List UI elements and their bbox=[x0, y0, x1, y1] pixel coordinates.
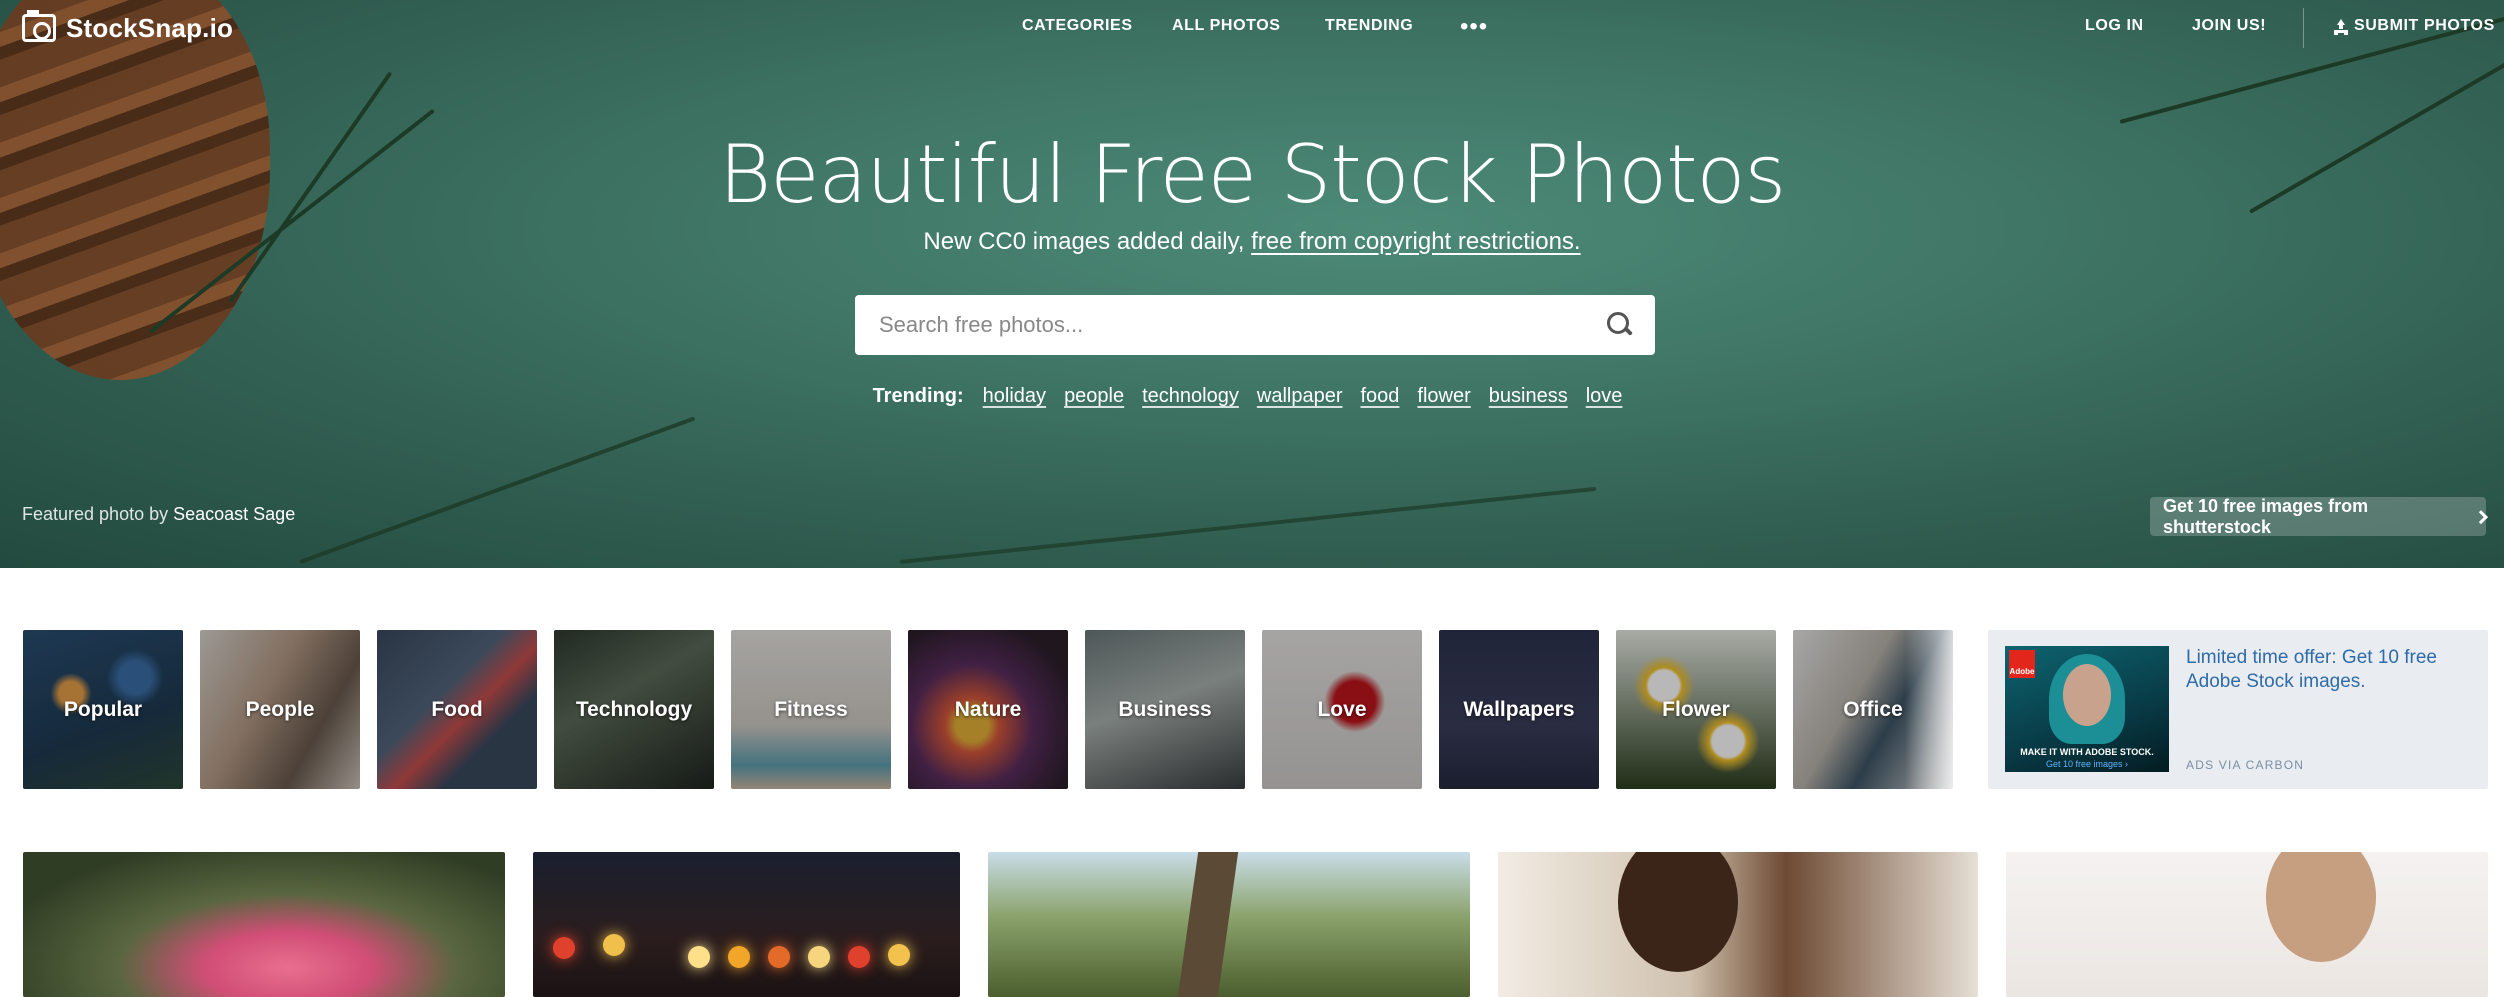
nav-all-photos[interactable]: ALL PHOTOS bbox=[1172, 17, 1281, 35]
trending-tag-business[interactable]: business bbox=[1489, 385, 1568, 408]
trending-tag-people[interactable]: people bbox=[1064, 385, 1124, 408]
category-label: People bbox=[245, 697, 315, 721]
trending-tag-wallpaper[interactable]: wallpaper bbox=[1257, 385, 1343, 408]
featured-photo-credit: Featured photo by Seacoast Sage bbox=[22, 504, 295, 525]
photo-card[interactable] bbox=[2006, 852, 2488, 997]
trending-tag-holiday[interactable]: holiday bbox=[983, 385, 1046, 408]
category-label: Popular bbox=[63, 697, 143, 721]
featured-author-link[interactable]: Seacoast Sage bbox=[173, 504, 295, 524]
category-label: Business bbox=[1118, 697, 1212, 721]
site-logo[interactable]: StockSnap.io bbox=[22, 10, 234, 44]
category-label: Office bbox=[1843, 697, 1903, 721]
top-navigation: StockSnap.io CATEGORIES ALL PHOTOS TREND… bbox=[0, 0, 2504, 56]
category-food[interactable]: Food bbox=[377, 630, 537, 789]
chevron-right-icon bbox=[2474, 509, 2489, 524]
featured-prefix: Featured photo by bbox=[22, 504, 174, 524]
adobe-logo: Adobe bbox=[2009, 650, 2035, 678]
carbon-ad[interactable]: Adobe MAKE IT WITH ADOBE STOCK. Get 10 f… bbox=[1988, 630, 2488, 789]
category-label: Wallpapers bbox=[1463, 697, 1575, 721]
photo-card[interactable] bbox=[1498, 852, 1978, 997]
search-box bbox=[855, 295, 1655, 355]
more-menu-icon[interactable]: ••• bbox=[1460, 13, 1488, 41]
ad-image[interactable]: Adobe MAKE IT WITH ADOBE STOCK. Get 10 f… bbox=[2005, 646, 2169, 772]
category-love[interactable]: Love bbox=[1262, 630, 1422, 789]
submit-photos-button[interactable]: SUBMIT PHOTOS bbox=[2334, 17, 2495, 35]
hero-banner: StockSnap.io CATEGORIES ALL PHOTOS TREND… bbox=[0, 0, 2504, 568]
shutterstock-offer-label: Get 10 free images from shutterstock bbox=[2163, 495, 2369, 537]
logo-text: StockSnap.io bbox=[66, 12, 234, 43]
search-input[interactable] bbox=[855, 295, 1585, 355]
ad-text-link[interactable]: Limited time offer: Get 10 free Adobe St… bbox=[2186, 646, 2466, 694]
category-label: Flower bbox=[1662, 697, 1730, 721]
hero-subtitle: New CC0 images added daily, free from co… bbox=[0, 228, 2504, 256]
category-fitness[interactable]: Fitness bbox=[731, 630, 891, 789]
upload-icon bbox=[2334, 19, 2348, 33]
nav-trending[interactable]: TRENDING bbox=[1325, 17, 1413, 35]
category-label: Nature bbox=[954, 697, 1022, 721]
search-icon[interactable] bbox=[1607, 312, 1631, 336]
copyright-link[interactable]: free from copyright restrictions. bbox=[1251, 228, 1580, 255]
nav-divider bbox=[2303, 8, 2304, 48]
category-flower[interactable]: Flower bbox=[1616, 630, 1776, 789]
nav-categories[interactable]: CATEGORIES bbox=[1022, 17, 1133, 35]
category-label: Technology bbox=[575, 697, 693, 721]
hero-title: Beautiful Free Stock Photos bbox=[718, 128, 1786, 221]
camera-icon bbox=[22, 10, 56, 42]
category-wallpapers[interactable]: Wallpapers bbox=[1439, 630, 1599, 789]
login-link[interactable]: LOG IN bbox=[2085, 17, 2144, 35]
submit-photos-label: SUBMIT PHOTOS bbox=[2354, 17, 2495, 34]
join-link[interactable]: JOIN US! bbox=[2192, 17, 2266, 35]
category-business[interactable]: Business bbox=[1085, 630, 1245, 789]
subtitle-text: New CC0 images added daily, bbox=[923, 228, 1252, 255]
trending-label: Trending: bbox=[872, 385, 964, 407]
photo-card[interactable] bbox=[533, 852, 960, 997]
category-popular[interactable]: Popular bbox=[23, 630, 183, 789]
trending-tag-technology[interactable]: technology bbox=[1142, 385, 1239, 408]
trending-tag-love[interactable]: love bbox=[1586, 385, 1623, 408]
trending-tag-food[interactable]: food bbox=[1360, 385, 1399, 408]
category-strip: Popular People Food Technology Fitness N… bbox=[23, 630, 1973, 789]
photo-card[interactable] bbox=[988, 852, 1470, 997]
ads-via-carbon-link[interactable]: ADS VIA CARBON bbox=[2186, 758, 2304, 772]
category-label: Fitness bbox=[774, 697, 848, 721]
ad-image-cta: Get 10 free images › bbox=[2045, 759, 2129, 769]
shutterstock-offer-button[interactable]: Get 10 free images from shutterstock bbox=[2150, 495, 2489, 537]
category-fade-overlay bbox=[1905, 626, 1965, 794]
ad-image-tagline: MAKE IT WITH ADOBE STOCK. bbox=[2020, 747, 2154, 757]
photo-card[interactable] bbox=[23, 852, 505, 997]
category-people[interactable]: People bbox=[200, 630, 360, 789]
category-label: Love bbox=[1317, 697, 1367, 721]
category-nature[interactable]: Nature bbox=[908, 630, 1068, 789]
trending-tag-flower[interactable]: flower bbox=[1417, 385, 1470, 408]
category-label: Food bbox=[431, 697, 483, 721]
category-technology[interactable]: Technology bbox=[554, 630, 714, 789]
trending-tags: Trending: holiday people technology wall… bbox=[0, 385, 2504, 408]
